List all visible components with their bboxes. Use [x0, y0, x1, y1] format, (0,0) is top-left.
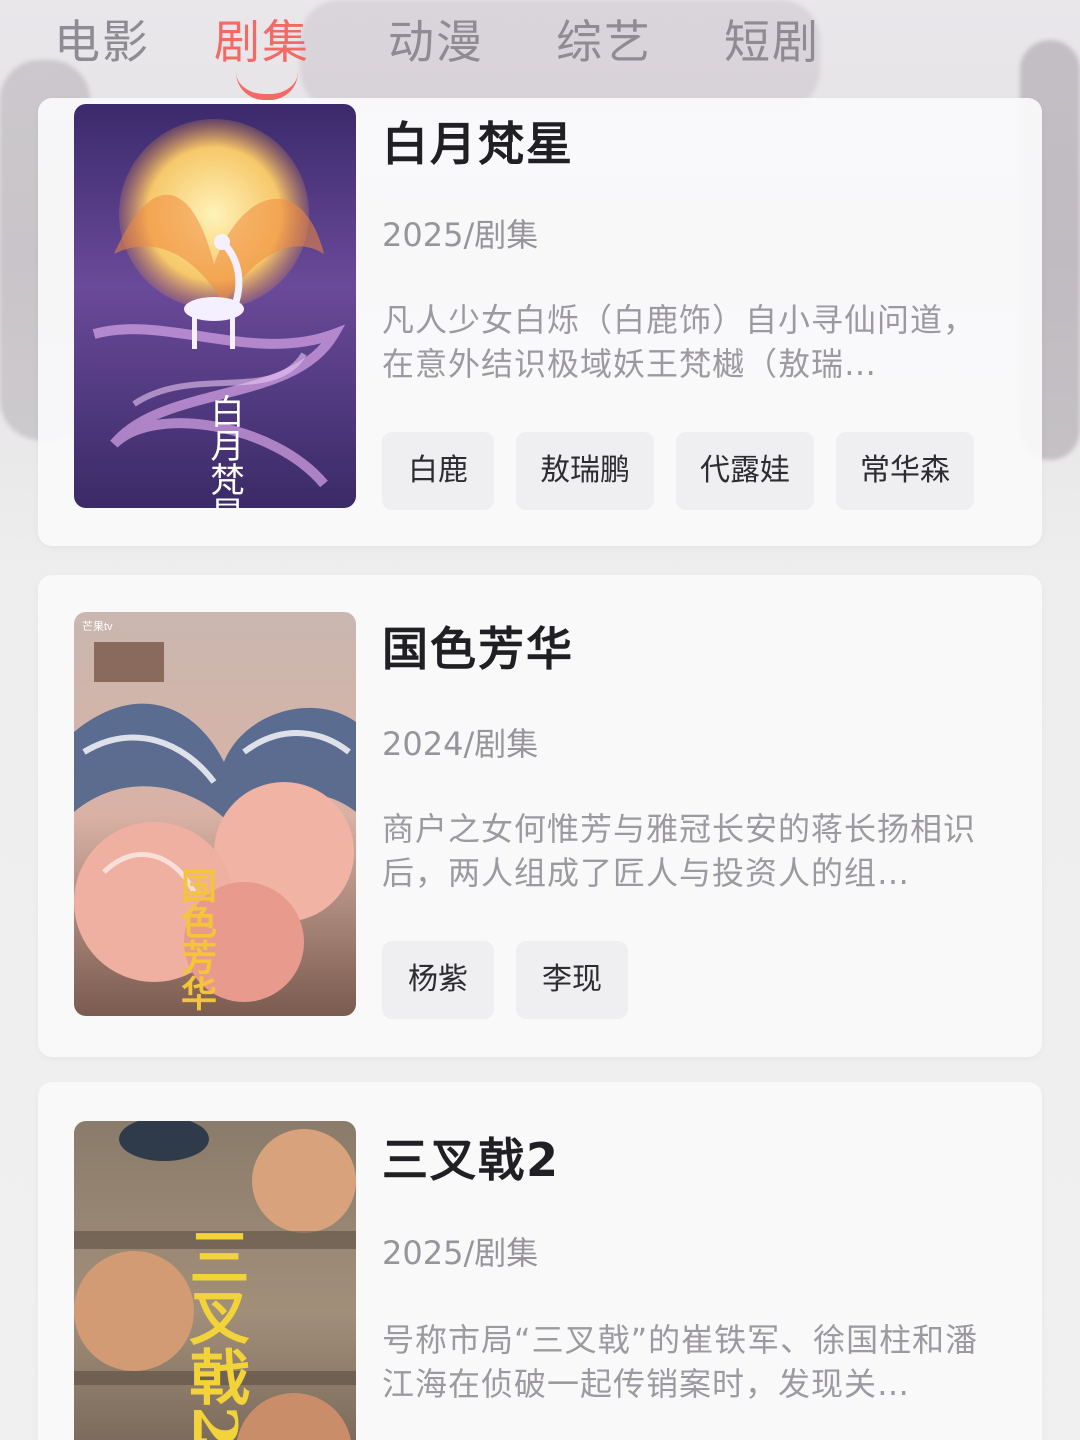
series-year-type: 2025/剧集: [382, 1234, 539, 1272]
tab-series[interactable]: 剧集: [214, 10, 310, 74]
category-tabs: 电影 剧集 动漫 综艺 短剧: [0, 0, 1080, 100]
poster-title-text: 国色芳华: [175, 867, 217, 1011]
cast-list: 白鹿 敖瑞鹏 代露娃 常华森: [382, 432, 974, 510]
poster-image[interactable]: 三叉戟2: [74, 1121, 356, 1440]
cast-chip[interactable]: 杨紫: [382, 941, 494, 1019]
series-year-type: 2025/剧集: [382, 216, 539, 254]
poster-logo-text: 芒果tv: [82, 620, 113, 633]
poster-image[interactable]: 芒果tv 国色芳华: [74, 612, 356, 1016]
series-card[interactable]: 芒果tv 国色芳华 国色芳华 2024/剧集 商户之女何惟芳与雅冠长安的蒋长扬相…: [38, 575, 1042, 1057]
poster-title-text: 白月梵星: [204, 394, 244, 508]
series-year-type: 2024/剧集: [382, 725, 539, 763]
cast-chip[interactable]: 李现: [516, 941, 628, 1019]
tab-movies[interactable]: 电影: [54, 10, 150, 74]
cast-list: 杨紫 李现: [382, 941, 628, 1019]
series-title[interactable]: 白月梵星: [382, 108, 574, 174]
cast-chip[interactable]: 敖瑞鹏: [516, 432, 654, 510]
series-title[interactable]: 三叉戟2: [382, 1124, 560, 1190]
series-description: 号称市局“三叉戟”的崔铁军、徐国柱和潘江海在侦破一起传销案时，发现关…: [382, 1321, 979, 1403]
series-card[interactable]: 白月梵星 白月梵星 2025/剧集 凡人少女白烁（白鹿饰）自小寻仙问道，在意外结…: [38, 98, 1042, 546]
poster-title-text: 三叉戟2: [179, 1226, 249, 1440]
poster-image[interactable]: 白月梵星: [74, 104, 356, 508]
series-description: 商户之女何惟芳与雅冠长安的蒋长扬相识后，两人组成了匠人与投资人的组…: [382, 810, 977, 892]
tab-anime[interactable]: 动漫: [388, 10, 484, 74]
cast-chip[interactable]: 常华森: [836, 432, 974, 510]
series-title[interactable]: 国色芳华: [382, 613, 574, 679]
tab-variety[interactable]: 综艺: [556, 10, 652, 74]
active-tab-indicator: [236, 72, 298, 100]
cast-chip[interactable]: 代露娃: [676, 432, 814, 510]
series-card[interactable]: 三叉戟2 三叉戟2 2025/剧集 号称市局“三叉戟”的崔铁军、徐国柱和潘江海在…: [38, 1082, 1042, 1440]
series-description: 凡人少女白烁（白鹿饰）自小寻仙问道，在意外结识极域妖王梵樾（敖瑞…: [382, 301, 977, 383]
cast-chip[interactable]: 白鹿: [382, 432, 494, 510]
tab-short-drama[interactable]: 短剧: [724, 10, 820, 74]
